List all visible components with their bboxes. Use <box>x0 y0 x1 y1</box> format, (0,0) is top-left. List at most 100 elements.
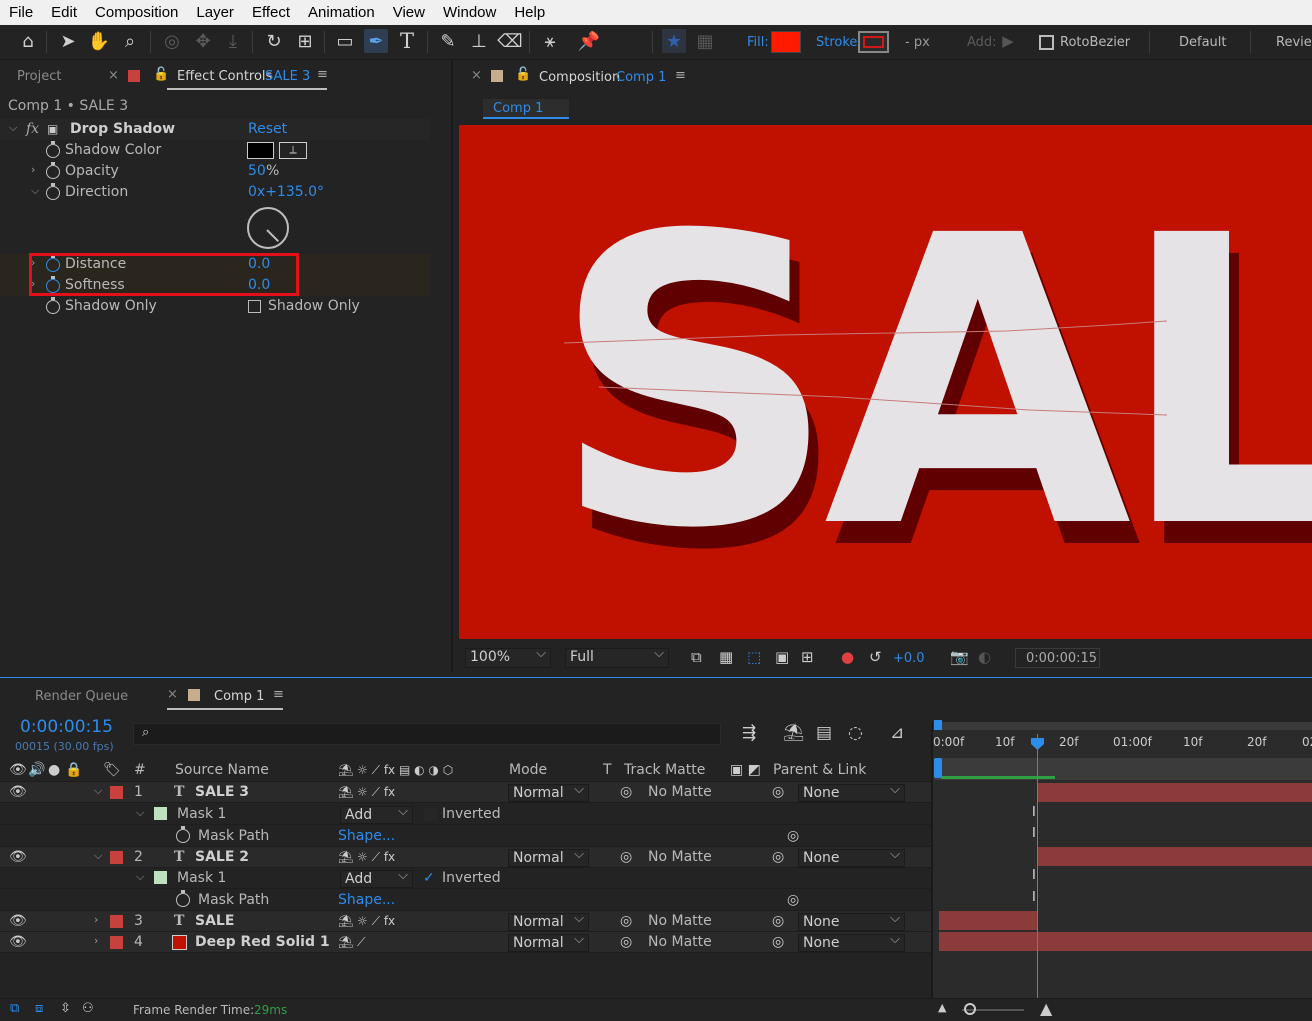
selection-tool-icon[interactable]: ➤ <box>56 29 80 53</box>
tab-render-queue[interactable]: Render Queue <box>35 689 128 704</box>
work-area-start-handle[interactable] <box>934 720 942 730</box>
add-dropdown-icon[interactable]: ▶ <box>996 29 1020 53</box>
chevron-right-icon[interactable]: › <box>94 934 98 947</box>
mode-dropdown[interactable]: Normal <box>508 932 589 952</box>
col-mode[interactable]: Mode <box>509 762 547 778</box>
stopwatch-icon[interactable] <box>176 826 190 843</box>
type-tool-icon[interactable]: T <box>395 29 419 53</box>
chevron-right-icon[interactable]: › <box>31 163 35 176</box>
menu-animation[interactable]: Animation <box>299 4 384 21</box>
brush-tool-icon[interactable]: ✎ <box>436 29 460 53</box>
layer-label-color[interactable] <box>110 915 123 928</box>
mask-color[interactable] <box>154 871 167 884</box>
track-matte-dropdown[interactable]: No Matte <box>648 913 712 929</box>
work-area-bar[interactable] <box>936 722 1312 730</box>
layer-bar[interactable] <box>939 932 1312 951</box>
layer-switches-toggle-icon[interactable]: ⧉ <box>10 1001 19 1016</box>
layer-row[interactable]: 👁 › 3 T SALE ⛱ ☼ ⟋ fx Normal ◎ No Matte … <box>0 911 931 932</box>
home-icon[interactable]: ⌂ <box>16 29 40 53</box>
eraser-tool-icon[interactable]: ⌫ <box>497 29 522 53</box>
layer-row[interactable]: 👁 ⌵ 1 T SALE 3 ⛱ ☼ ⟋ fx Normal ◎ No Matt… <box>0 782 931 803</box>
mode-dropdown[interactable]: Normal <box>508 847 589 867</box>
modes-toggle-icon[interactable]: ⧈ <box>35 1001 43 1016</box>
layer-bar[interactable] <box>939 911 1037 930</box>
tab-effect-controls[interactable]: Effect Controls <box>177 69 272 84</box>
close-tab-icon[interactable]: × <box>108 68 119 83</box>
stopwatch-icon[interactable] <box>46 183 60 200</box>
mask-visibility-icon[interactable]: ⬚ <box>747 648 761 666</box>
track-matte-dropdown[interactable]: No Matte <box>648 934 712 950</box>
zoom-tool-icon[interactable]: ⌕ <box>118 29 142 53</box>
zoom-slider-handle[interactable] <box>964 1003 976 1015</box>
clone-stamp-icon[interactable]: ⊥ <box>467 29 491 53</box>
layer-name[interactable]: SALE <box>195 913 234 929</box>
chevron-down-icon[interactable]: ⌵ <box>94 784 102 798</box>
layer-label-color[interactable] <box>110 786 123 799</box>
in-out-toggle-icon[interactable]: ⇳ <box>60 1001 71 1016</box>
mask-name[interactable]: Mask 1 <box>177 806 226 822</box>
show-snapshot-icon[interactable]: ◐ <box>978 648 991 666</box>
fx-icon[interactable]: fx <box>26 121 39 137</box>
snapshot-camera-icon[interactable]: 📷 <box>950 648 969 666</box>
zoom-in-icon[interactable]: ▲ <box>1040 999 1052 1018</box>
menu-effect[interactable]: Effect <box>243 4 299 21</box>
mask-keyframe-icon[interactable]: I <box>1032 890 1036 905</box>
exposure-value[interactable]: +0.0 <box>893 651 925 666</box>
col-parent[interactable]: Parent & Link <box>773 762 866 778</box>
resolution-dropdown[interactable]: Full <box>565 646 669 668</box>
region-of-interest-icon[interactable]: ▣ <box>775 648 789 666</box>
layer-switches[interactable]: ⛱ ☼ ⟋ fx <box>338 785 395 800</box>
eye-icon[interactable]: 👁 <box>9 934 27 950</box>
shadow-only-checkbox[interactable] <box>248 300 261 313</box>
comp-subtab[interactable]: Comp 1 <box>483 99 569 119</box>
layer-row[interactable]: 👁 › 4 Deep Red Solid 1 ⛱ ⟋ Normal ◎ No M… <box>0 932 931 953</box>
close-tab-icon[interactable]: × <box>471 68 482 83</box>
frame-blending-icon[interactable]: ▤ <box>816 723 832 743</box>
zoom-out-icon[interactable]: ▲ <box>938 1001 946 1014</box>
search-input[interactable]: ⌕ <box>133 723 721 745</box>
pickwhip-icon[interactable]: ◎ <box>787 828 799 844</box>
layer-switches[interactable]: ⛱ ☼ ⟋ fx <box>338 850 395 865</box>
menu-help[interactable]: Help <box>505 4 554 21</box>
pan-behind-icon[interactable]: ⊞ <box>293 29 317 53</box>
direction-value[interactable]: 0x+135.0° <box>248 184 324 200</box>
preview-icon[interactable]: ⧉ <box>691 648 702 666</box>
mask-shape-link[interactable]: Shape... <box>338 892 395 908</box>
track-matte-dropdown[interactable]: No Matte <box>648 849 712 865</box>
col-source-name[interactable]: Source Name <box>175 762 269 778</box>
star-shape-icon[interactable]: ★ <box>662 29 686 53</box>
menu-file[interactable]: File <box>0 4 42 21</box>
fill-swatch[interactable] <box>771 31 801 53</box>
pickwhip-icon[interactable]: ◎ <box>787 892 799 908</box>
menu-window[interactable]: Window <box>434 4 505 21</box>
pickwhip-icon[interactable]: ◎ <box>620 849 632 865</box>
menu-edit[interactable]: Edit <box>42 4 86 21</box>
graph-editor-icon[interactable]: ⊿ <box>890 723 904 743</box>
layer-name[interactable]: SALE 3 <box>195 784 249 800</box>
mask-mode-dropdown[interactable]: Add <box>340 804 413 824</box>
audio-icon[interactable]: 🔊 <box>28 762 45 778</box>
mode-dropdown[interactable]: Normal <box>508 911 589 931</box>
mask-row[interactable]: ⌵ Mask 1 Add ✓ Inverted <box>0 868 931 889</box>
layer-switches[interactable]: ⛱ ⟋ <box>338 935 365 950</box>
color-channels-icon[interactable]: ● <box>841 648 854 666</box>
time-graph[interactable]: 0:00f 10f 20f 01:00f 10f 20f 02 I I I I <box>931 720 1312 998</box>
orbit-camera-icon[interactable]: ◎ <box>160 29 184 53</box>
parent-dropdown[interactable]: None <box>798 782 905 802</box>
pickwhip-icon[interactable]: ◎ <box>620 784 632 800</box>
guides-icon[interactable]: ⊞ <box>801 648 814 666</box>
pickwhip-icon[interactable]: ◎ <box>620 913 632 929</box>
workspace-review[interactable]: Review <box>1276 35 1312 50</box>
hand-tool-icon[interactable]: ✋ <box>87 29 111 53</box>
reset-link[interactable]: Reset <box>248 121 287 137</box>
chevron-right-icon[interactable]: › <box>94 913 98 926</box>
col-track-matte[interactable]: Track Matte <box>624 762 705 778</box>
shadow-color-swatch[interactable] <box>247 142 274 159</box>
mask-keyframe-icon[interactable]: I <box>1032 826 1036 841</box>
lock-icon[interactable]: 🔓 <box>153 67 169 82</box>
opacity-value[interactable]: 50 <box>248 163 266 179</box>
shy-layers-icon[interactable]: ⛱ <box>783 723 805 743</box>
eyedropper-icon[interactable]: ⟂ <box>279 142 307 159</box>
playhead-line[interactable] <box>1037 734 1038 998</box>
panel-menu-icon[interactable]: ≡ <box>317 67 328 82</box>
